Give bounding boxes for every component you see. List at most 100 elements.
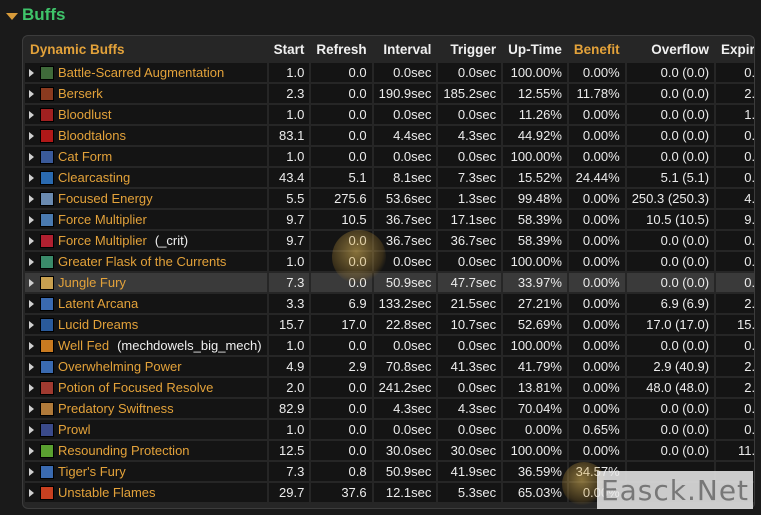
cell-interval: 4.3sec	[373, 399, 437, 418]
column-header-refresh[interactable]: Refresh	[311, 38, 371, 61]
cell-expiry: 2.0	[716, 378, 754, 397]
section-title: Buffs	[22, 5, 66, 24]
cell-trigger: 4.3sec	[438, 399, 502, 418]
table-row[interactable]: Berserk 2.3 0.0 190.9sec 185.2sec 12.55% 11.78…	[25, 84, 754, 103]
buff-name-link[interactable]: Focused Energy	[58, 191, 153, 206]
expand-row-arrow-icon[interactable]	[29, 341, 34, 350]
cell-expiry: 0.0	[716, 147, 754, 166]
expand-row-arrow-icon[interactable]	[29, 68, 34, 77]
expand-row-arrow-icon[interactable]	[29, 257, 34, 266]
column-header-start[interactable]: Start	[269, 38, 310, 61]
buff-name-cell: Force Multiplier	[25, 210, 267, 229]
buff-name-link[interactable]: Prowl	[58, 422, 91, 437]
table-row[interactable]: Clearcasting 43.4 5.1 8.1sec 7.3sec 15.52% 24.…	[25, 168, 754, 187]
cell-benefit: 0.00%	[568, 126, 625, 145]
expand-row-arrow-icon[interactable]	[29, 299, 34, 308]
buff-name-link[interactable]: Resounding Protection	[58, 443, 190, 458]
collapse-triangle-icon	[6, 12, 18, 20]
column-header-trigger[interactable]: Trigger	[438, 38, 501, 61]
buff-name-link[interactable]: Well Fed	[58, 338, 109, 353]
table-row[interactable]: Force Multiplier 9.7 10.5 36.7sec 17.1sec 58.…	[25, 210, 754, 229]
expand-row-arrow-icon[interactable]	[29, 110, 34, 119]
buff-name-link[interactable]: Force Multiplier	[58, 233, 147, 248]
table-row[interactable]: Prowl 1.0 0.0 0.0sec 0.0sec 0.00% 0.65% 0.0 (0.…	[25, 420, 754, 439]
expand-row-arrow-icon[interactable]	[29, 488, 34, 497]
buff-name-link[interactable]: Predatory Swiftness	[58, 401, 174, 416]
column-header-interval[interactable]: Interval	[374, 38, 437, 61]
table-row[interactable]: Predatory Swiftness 82.9 0.0 4.3sec 4.3sec 70…	[25, 399, 754, 418]
mascot-watermark-icon	[332, 230, 386, 284]
cell-uptime: 100.00%	[503, 441, 567, 460]
cell-start: 2.0	[268, 378, 310, 397]
table-row[interactable]: Latent Arcana 3.3 6.9 133.2sec 21.5sec 27.21%…	[25, 294, 754, 313]
column-header-uptime[interactable]: Up-Time	[503, 38, 567, 61]
table-row[interactable]: Bloodlust 1.0 0.0 0.0sec 0.0sec 11.26% 0.00% 0.…	[25, 105, 754, 124]
table-row[interactable]: Bloodtalons 83.1 0.0 4.4sec 4.3sec 44.92% 0.00…	[25, 126, 754, 145]
buff-name-link[interactable]: Berserk	[58, 86, 103, 101]
buff-name-link[interactable]: Tiger's Fury	[58, 464, 126, 479]
expand-row-arrow-icon[interactable]	[29, 467, 34, 476]
table-row[interactable]: Resounding Protection 12.5 0.0 30.0sec 30.0s…	[25, 441, 754, 460]
table-row[interactable]: Force Multiplier(_crit)9.70.036.7sec36.7…	[25, 231, 754, 250]
cell-uptime: 70.04%	[503, 399, 567, 418]
expand-row-arrow-icon[interactable]	[29, 89, 34, 98]
buffs-section-toggle[interactable]: Buffs	[6, 4, 65, 26]
buff-name-link[interactable]: Bloodlust	[58, 107, 111, 122]
buff-name-link[interactable]: Cat Form	[58, 149, 112, 164]
cell-start: 9.7	[268, 231, 310, 250]
buff-name-link[interactable]: Lucid Dreams	[58, 317, 138, 332]
buff-name-cell: Prowl	[25, 420, 267, 439]
expand-row-arrow-icon[interactable]	[29, 194, 34, 203]
buff-name-link[interactable]: Bloodtalons	[58, 128, 126, 143]
buff-name-link[interactable]: Force Multiplier	[58, 212, 147, 227]
buff-name-link[interactable]: Overwhelming Power	[58, 359, 182, 374]
buff-name-link[interactable]: Potion of Focused Resolve	[58, 380, 213, 395]
cell-refresh: 0.8	[311, 462, 372, 481]
table-row[interactable]: Jungle Fury7.30.050.9sec47.7sec33.97%0.0…	[25, 273, 754, 292]
table-row[interactable]: Well Fed (mechdowels_big_mech) 1.0 0.0 0.0se…	[25, 336, 754, 355]
buff-name-link[interactable]: Jungle Fury	[58, 275, 126, 290]
cell-trigger: 36.7sec	[438, 231, 502, 250]
cell-refresh: 0.0	[311, 336, 372, 355]
cell-trigger: 0.0sec	[438, 420, 502, 439]
table-row[interactable]: Potion of Focused Resolve 2.0 0.0 241.2sec 0…	[25, 378, 754, 397]
cell-start: 4.9	[268, 357, 310, 376]
expand-row-arrow-icon[interactable]	[29, 152, 34, 161]
table-row[interactable]: Overwhelming Power 4.9 2.9 70.8sec 41.3sec 41…	[25, 357, 754, 376]
table-row[interactable]: Greater Flask of the Currents 1.0 0.0 0.0se…	[25, 252, 754, 271]
expand-row-arrow-icon[interactable]	[29, 320, 34, 329]
cell-refresh: 0.0	[311, 399, 372, 418]
table-row[interactable]: Focused Energy 5.5 275.6 53.6sec 1.3sec 99.48…	[25, 189, 754, 208]
cell-benefit: 0.00%	[568, 336, 625, 355]
cell-overflow: 48.0 (48.0)	[626, 378, 715, 397]
buff-name-link[interactable]: Latent Arcana	[58, 296, 138, 311]
table-row[interactable]: Lucid Dreams 15.7 17.0 22.8sec 10.7sec 52.69%…	[25, 315, 754, 334]
expand-row-arrow-icon[interactable]	[29, 404, 34, 413]
cell-benefit: 0.00%	[568, 441, 625, 460]
buff-name-link[interactable]: Clearcasting	[58, 170, 130, 185]
buff-name-link[interactable]: Unstable Flames	[58, 485, 156, 500]
column-header-overflow[interactable]: Overflow	[627, 38, 714, 61]
buff-icon	[40, 464, 54, 479]
column-header-expiry[interactable]: Expiry	[716, 38, 754, 61]
table-row[interactable]: Cat Form 1.0 0.0 0.0sec 0.0sec 100.00% 0.00% 0.…	[25, 147, 754, 166]
expand-row-arrow-icon[interactable]	[29, 446, 34, 455]
buff-name-cell: Tiger's Fury	[25, 462, 267, 481]
expand-row-arrow-icon[interactable]	[29, 425, 34, 434]
cell-overflow: 0.0 (0.0)	[626, 399, 715, 418]
expand-row-arrow-icon[interactable]	[29, 173, 34, 182]
buff-name-link[interactable]: Battle-Scarred Augmentation	[58, 65, 224, 80]
expand-row-arrow-icon[interactable]	[29, 383, 34, 392]
expand-row-arrow-icon[interactable]	[29, 131, 34, 140]
column-header-dynamic-buffs[interactable]: Dynamic Buffs	[25, 38, 267, 61]
buff-name-link[interactable]: Greater Flask of the Currents	[58, 254, 226, 269]
expand-row-arrow-icon[interactable]	[29, 236, 34, 245]
buff-name-cell: Unstable Flames	[25, 483, 267, 502]
cell-start: 12.5	[268, 441, 310, 460]
expand-row-arrow-icon[interactable]	[29, 278, 34, 287]
expand-row-arrow-icon[interactable]	[29, 215, 34, 224]
expand-row-arrow-icon[interactable]	[29, 362, 34, 371]
table-row[interactable]: Battle-Scarred Augmentation 1.0 0.0 0.0sec 0…	[25, 63, 754, 82]
cell-benefit: 11.78%	[568, 84, 625, 103]
column-header-benefit[interactable]: Benefit	[569, 38, 625, 61]
